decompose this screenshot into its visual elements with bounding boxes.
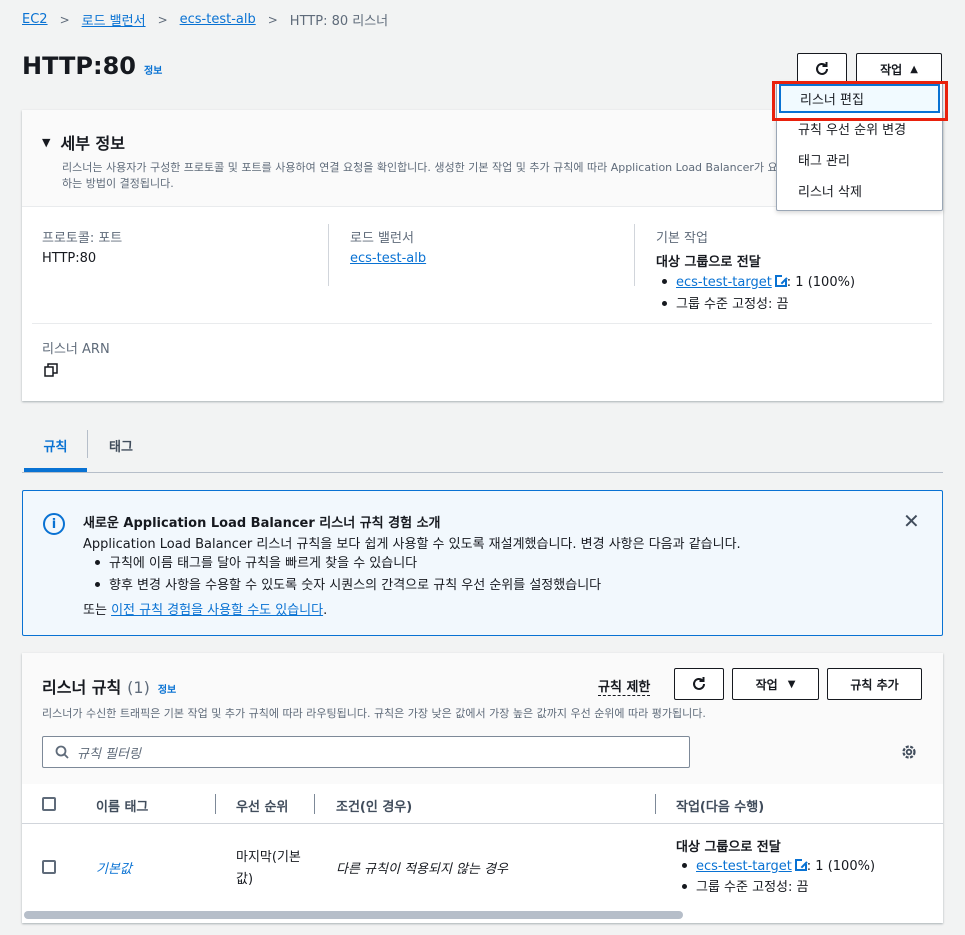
lb-link[interactable]: ecs-test-alb [350,251,426,266]
column-header[interactable]: 우선 순위 [236,796,288,815]
rules-count: (1) [127,678,150,697]
menu-item-delete-listener[interactable]: 리스너 삭제 [777,175,942,206]
info-link[interactable]: 정보 [158,681,176,696]
target-group-link[interactable]: ecs-test-target [676,275,772,290]
list-item: ecs-test-target : 1 (100%) [676,856,875,877]
external-link-icon [794,858,808,871]
breadcrumb-current: HTTP: 80 리스너 [289,14,389,29]
rule-name: 기본값 [96,862,132,877]
target-group-link[interactable]: ecs-test-target [696,859,792,874]
column-header[interactable]: 조건(인 경우) [336,796,412,815]
alert-title: 새로운 Application Load Balancer 리스너 규칙 경험 … [83,516,441,531]
details-heading: 세부 정보 [60,134,125,153]
table-row: 기본값 마지막(기본값) 다른 규칙이 적용되지 않는 경우 대상 그룹으로 전… [22,824,943,908]
chevron-right-icon: > [59,12,70,27]
rules-refresh-button[interactable] [674,668,724,700]
target-weight: : 1 (100%) [786,275,856,290]
rules-filter-input[interactable]: 규칙 필터링 [42,736,690,768]
rules-description: 리스너가 수신한 트래픽은 기본 작업 및 추가 규칙에 따라 라우팅됩니다. … [42,707,706,720]
column-header[interactable]: 이름 태그 [96,796,148,815]
add-rule-button[interactable]: 규칙 추가 [827,668,922,700]
column-header[interactable]: 작업(다음 수행) [676,796,764,815]
default-action-label: 기본 작업 [656,231,708,246]
rules-panel: 리스너 규칙 (1) 정보 규칙 제한 작업 ▼ 규칙 추가 리스너가 수신한 … [22,653,943,923]
horizontal-scrollbar[interactable] [24,911,683,919]
menu-item-manage-tags[interactable]: 태그 관리 [777,144,942,175]
alert-footer-text: 또는 [83,603,112,618]
refresh-icon [693,677,705,690]
filter-placeholder: 규칙 필터링 [77,746,141,762]
lb-label: 로드 밸런서 [350,231,414,246]
rule-action-title: 대상 그룹으로 전달 [676,840,781,855]
stickiness-text: 그룹 수준 고정성: 끔 [696,880,809,895]
alert-bullets: 규칙에 이름 태그를 달아 규칙을 빠르게 찾을 수 있습니다 향후 변경 사항… [89,553,601,597]
rules-title: 리스너 규칙 [42,678,122,697]
rule-limits-link[interactable]: 규칙 제한 [598,676,651,696]
search-icon [55,745,69,759]
alert-footer-end: . [323,603,328,618]
stickiness-text: 그룹 수준 고정성: 끔 [676,297,789,312]
breadcrumb-alb[interactable]: ecs-test-alb [180,12,256,27]
tab-tags[interactable]: 태그 [109,436,133,455]
list-item: 규칙에 이름 태그를 달아 규칙을 빠르게 찾을 수 있습니다 [89,553,601,575]
row-checkbox[interactable] [42,860,56,874]
rule-priority: 마지막(기본값) [236,850,301,887]
caret-down-icon: ▼ [42,135,51,149]
target-weight: : 1 (100%) [806,859,876,874]
table-header: 이름 태그 우선 순위 조건(인 경우) 작업(다음 수행) [22,784,943,824]
default-action-list: ecs-test-target : 1 (100%) 그룹 수준 고정성: 끔 [656,272,855,316]
refresh-icon [816,62,828,75]
select-all-checkbox[interactable] [42,797,56,811]
previous-experience-link[interactable]: 이전 규칙 경험을 사용할 수도 있습니다 [111,603,323,618]
breadcrumb-ec2[interactable]: EC2 [22,12,48,27]
info-icon: i [43,513,65,535]
details-description: 리스너는 사용자가 구성한 프로토콜 및 포트를 사용하여 연결 요청을 확인합… [62,161,778,174]
info-alert: i 새로운 Application Load Balancer 리스너 규칙 경… [22,490,943,636]
highlight-box [772,81,948,121]
default-action-title: 대상 그룹으로 전달 [656,255,761,270]
caret-up-icon: ▲ [910,63,918,75]
chevron-right-icon: > [267,12,278,27]
page-title-text: HTTP:80 [22,52,136,80]
tab-rules[interactable]: 규칙 [24,436,87,455]
breadcrumb-load-balancers[interactable]: 로드 밸런서 [82,10,146,29]
rule-condition: 다른 규칙이 적용되지 않는 경우 [336,862,509,877]
rules-actions-button[interactable]: 작업 ▼ [732,668,819,700]
rules-heading: 리스너 규칙 (1) 정보 [42,674,176,698]
info-link[interactable]: 정보 [144,62,162,77]
list-item: ecs-test-target : 1 (100%) [656,272,855,294]
rule-action-list: ecs-test-target : 1 (100%) 그룹 수준 고정성: 끔 [676,856,875,898]
alert-footer: 또는 이전 규칙 경험을 사용할 수도 있습니다. [83,599,327,618]
chevron-right-icon: > [157,12,168,27]
list-item: 그룹 수준 고정성: 끔 [676,877,875,898]
list-item: 향후 변경 사항을 수용할 수 있도록 숫자 시퀀스의 간격으로 규칙 우선 순… [89,575,601,597]
close-icon[interactable]: ✕ [903,509,920,533]
page-title: HTTP:80 정보 [22,52,162,80]
actions-label: 작업 [880,62,903,77]
protocol-label: 프로토콜: 포트 [42,231,123,246]
protocol-value: HTTP:80 [42,251,97,266]
rules-actions-label: 작업 [755,677,778,692]
copy-icon[interactable] [44,363,58,381]
caret-down-icon: ▼ [787,678,796,690]
breadcrumb: EC2 > 로드 밸런서 > ecs-test-alb > HTTP: 80 리… [22,10,388,29]
external-link-icon [774,274,788,287]
gear-icon[interactable] [900,743,918,765]
list-item: 그룹 수준 고정성: 끔 [656,294,855,316]
alert-body: Application Load Balancer 리스너 규칙을 보다 쉽게 … [83,537,741,552]
arn-label: 리스너 ARN [42,342,110,357]
